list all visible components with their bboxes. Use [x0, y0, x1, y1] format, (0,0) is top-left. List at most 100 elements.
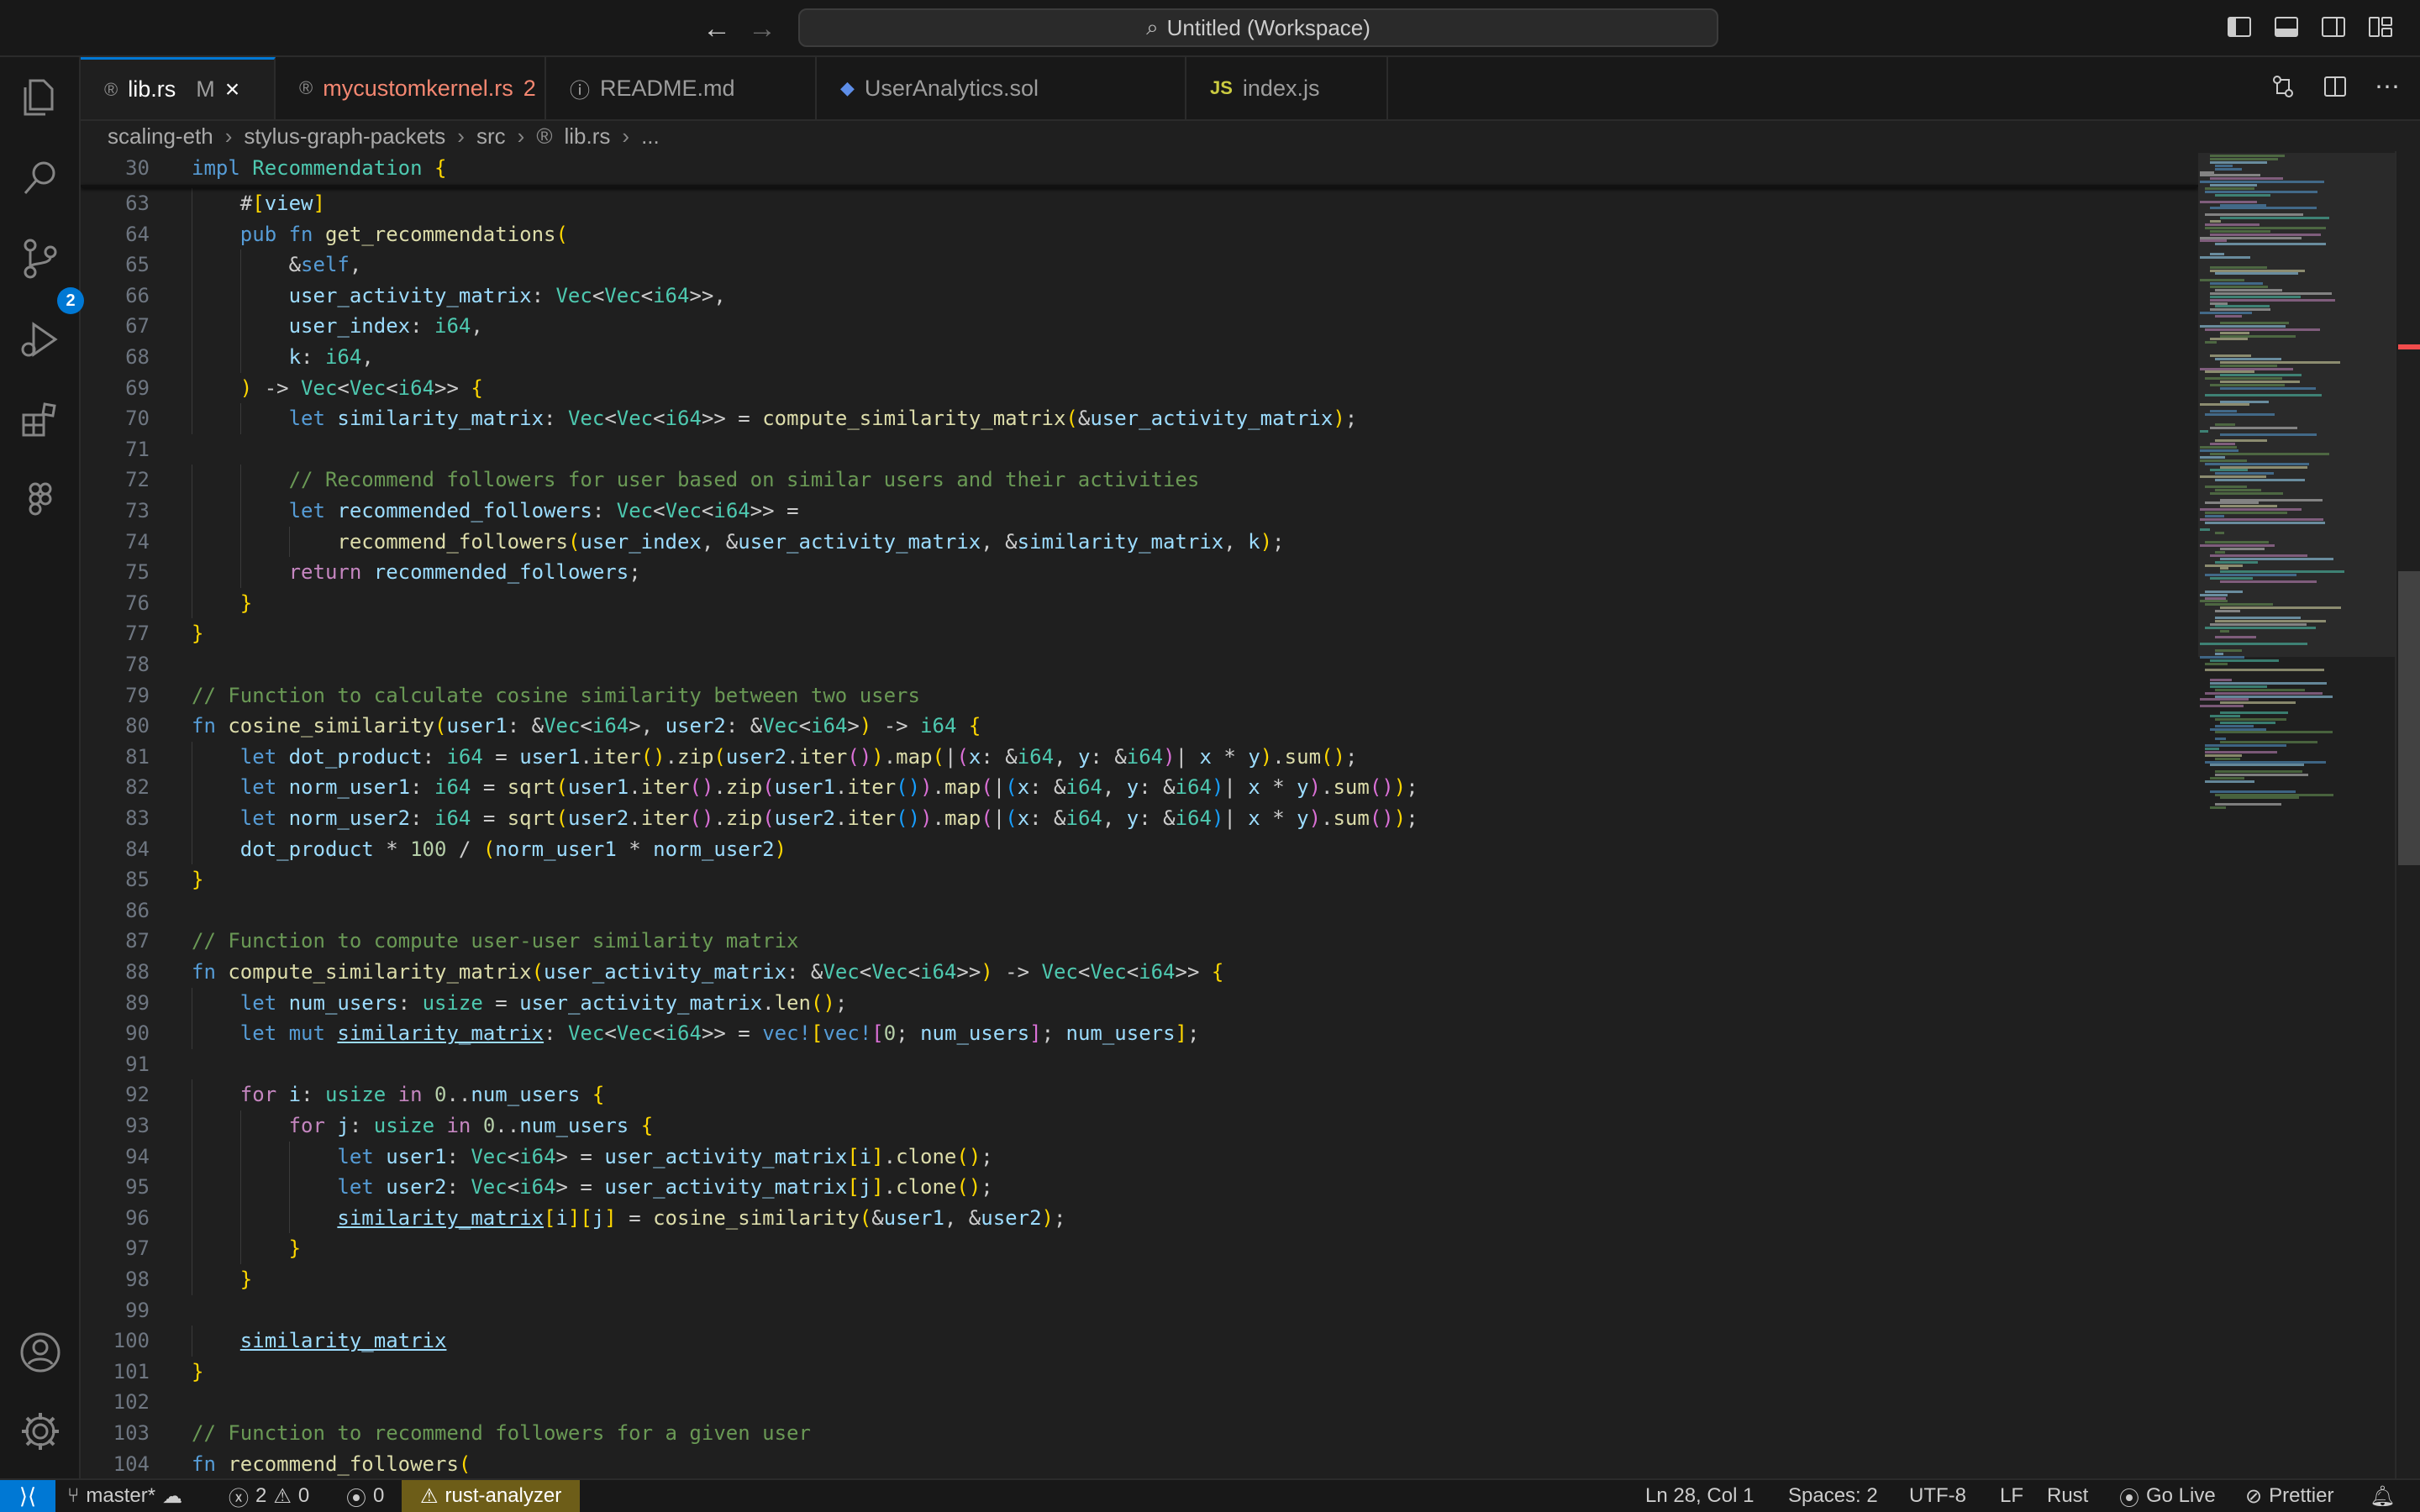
more-actions-icon[interactable]: ⋯: [2373, 72, 2402, 101]
code-line[interactable]: 64 pub fn get_recommendations(: [81, 219, 2198, 249]
code-line[interactable]: 77}: [81, 618, 2198, 648]
extensions-icon[interactable]: [18, 398, 62, 442]
code-line[interactable]: 66 user_activity_matrix: Vec<Vec<i64>>,: [81, 281, 2198, 311]
branch-status[interactable]: ⑂ master* ☁: [67, 1480, 182, 1512]
language-mode[interactable]: Rust: [2047, 1480, 2088, 1512]
tab-useranalytics-sol[interactable]: ◆ UserAnalytics.sol: [817, 57, 1186, 119]
line-number: 68: [125, 345, 150, 369]
vertical-scrollbar[interactable]: [2395, 151, 2420, 1478]
line-text: recommend_followers(user_index, &user_ac…: [337, 529, 1285, 554]
code-line[interactable]: 99: [81, 1295, 2198, 1326]
tab-mycustomkernel-rs[interactable]: ® mycustomkernel.rs 2: [276, 57, 546, 119]
code-line[interactable]: 74 recommend_followers(user_index, &user…: [81, 527, 2198, 557]
code-editor[interactable]: 63 #[view] 64 pub fn get_recommendations(…: [81, 151, 2198, 1478]
open-changes-icon[interactable]: [2269, 72, 2297, 101]
code-line[interactable]: 89 let num_users: usize = user_activity_…: [81, 988, 2198, 1018]
code-line[interactable]: 30 impl Recommendation {: [81, 153, 2198, 183]
scrollbar-thumb[interactable]: [2398, 571, 2420, 865]
breadcrumb-item[interactable]: src: [476, 123, 506, 150]
code-line[interactable]: 101}: [81, 1357, 2198, 1387]
toggle-panel-icon[interactable]: [2272, 13, 2301, 40]
run-and-debug-icon[interactable]: [18, 318, 62, 361]
back-arrow-icon[interactable]: ←: [702, 12, 731, 45]
code-line[interactable]: 88 fn compute_similarity_matrix(user_acti…: [81, 957, 2198, 987]
code-line[interactable]: 100 similarity_matrix: [81, 1326, 2198, 1356]
code-line[interactable]: 65 &self,: [81, 249, 2198, 280]
minimap-line: [2210, 491, 2283, 495]
accounts-icon[interactable]: [18, 1331, 62, 1374]
minimap-line: [2205, 521, 2325, 524]
ports-status[interactable]: ⦿ 0: [346, 1480, 384, 1512]
code-line[interactable]: 96 similarity_matrix[i][j] = cosine_simi…: [81, 1203, 2198, 1233]
toggle-primary-sidebar-icon[interactable]: [2225, 13, 2254, 40]
code-line[interactable]: 80 fn cosine_similarity(user1: &Vec<i64>,…: [81, 711, 2198, 741]
rust-analyzer-status[interactable]: ⚠ rust-analyzer: [402, 1480, 581, 1512]
code-line[interactable]: 67 user_index: i64,: [81, 311, 2198, 341]
customize-layout-icon[interactable]: [2366, 13, 2395, 40]
problems-status[interactable]: ⓧ 2 ⚠ 0: [229, 1480, 309, 1512]
minimap-line: [2200, 544, 2275, 548]
minimap-line: [2210, 269, 2306, 272]
breadcrumb-item[interactable]: ...: [641, 123, 660, 150]
tab-lib-rs[interactable]: ® lib.rs M ×: [81, 57, 276, 119]
forward-arrow-icon[interactable]: →: [748, 12, 776, 45]
breadcrumb-item[interactable]: stylus-graph-packets: [244, 123, 445, 150]
code-line[interactable]: 79 // Function to calculate cosine simila…: [81, 680, 2198, 711]
tab-index-js[interactable]: JS index.js: [1186, 57, 1388, 119]
command-center-search[interactable]: ⌕ Untitled (Workspace): [798, 8, 1718, 47]
code-line[interactable]: 102: [81, 1387, 2198, 1417]
line-number: 76: [125, 591, 150, 615]
code-line[interactable]: 82 let norm_user1: i64 = sqrt(user1.iter…: [81, 772, 2198, 802]
code-line[interactable]: 86: [81, 895, 2198, 926]
code-line[interactable]: 84 dot_product * 100 / (norm_user1 * nor…: [81, 834, 2198, 864]
breadcrumb-item[interactable]: scaling-eth: [108, 123, 213, 150]
code-line[interactable]: 94 let user1: Vec<i64> = user_activity_m…: [81, 1142, 2198, 1172]
code-line[interactable]: 78: [81, 649, 2198, 680]
prettier-status[interactable]: ⊘ Prettier: [2245, 1480, 2333, 1512]
code-line[interactable]: 83 let norm_user2: i64 = sqrt(user2.iter…: [81, 803, 2198, 833]
code-line[interactable]: 72 // Recommend followers for user based…: [81, 465, 2198, 495]
code-line[interactable]: 98 }: [81, 1264, 2198, 1294]
code-line[interactable]: 81 let dot_product: i64 = user1.iter().z…: [81, 742, 2198, 772]
code-line[interactable]: 90 let mut similarity_matrix: Vec<Vec<i6…: [81, 1018, 2198, 1048]
minimap-line: [2200, 459, 2247, 462]
code-line[interactable]: 104 fn recommend_followers(: [81, 1449, 2198, 1478]
code-line[interactable]: 76 }: [81, 588, 2198, 618]
breadcrumb-item[interactable]: lib.rs: [564, 123, 610, 150]
code-line[interactable]: 91: [81, 1049, 2198, 1079]
code-line[interactable]: 75 return recommended_followers;: [81, 557, 2198, 587]
close-icon[interactable]: ×: [225, 76, 240, 104]
explorer-icon[interactable]: [18, 76, 62, 119]
code-line[interactable]: 68 k: i64,: [81, 342, 2198, 372]
code-line[interactable]: 70 let similarity_matrix: Vec<Vec<i64>> …: [81, 403, 2198, 433]
code-line[interactable]: 73 let recommended_followers: Vec<Vec<i6…: [81, 496, 2198, 526]
figma-icon[interactable]: [18, 479, 62, 522]
encoding-status[interactable]: UTF-8: [1909, 1480, 1966, 1512]
split-editor-icon[interactable]: [2321, 72, 2349, 101]
cursor-position[interactable]: Ln 28, Col 1: [1645, 1480, 1754, 1512]
code-line[interactable]: 63 #[view]: [81, 188, 2198, 218]
toggle-secondary-sidebar-icon[interactable]: [2319, 13, 2348, 40]
manage-gear-icon[interactable]: [18, 1410, 62, 1453]
search-icon[interactable]: [18, 156, 62, 200]
tab-readme-md[interactable]: ⓘ README.md: [546, 57, 817, 119]
line-number: 69: [125, 375, 150, 400]
indent-guide: [288, 1172, 290, 1203]
code-line[interactable]: 93 for j: usize in 0..num_users {: [81, 1110, 2198, 1141]
code-line[interactable]: 97 }: [81, 1233, 2198, 1263]
notifications-bell-icon[interactable]: 🔔︎: [2370, 1480, 2395, 1512]
minimap[interactable]: [2198, 151, 2395, 1478]
code-line[interactable]: 95 let user2: Vec<i64> = user_activity_m…: [81, 1172, 2198, 1202]
source-control-icon[interactable]: 2: [18, 237, 84, 314]
code-line[interactable]: 103 // Function to recommend followers fo…: [81, 1418, 2198, 1448]
code-line[interactable]: 92 for i: usize in 0..num_users {: [81, 1079, 2198, 1110]
go-live-button[interactable]: ⦿ Go Live: [2119, 1480, 2216, 1512]
code-line[interactable]: 87 // Function to compute user-user simil…: [81, 926, 2198, 956]
code-line[interactable]: 85}: [81, 864, 2198, 895]
remote-indicator-icon[interactable]: ⟩⟨: [0, 1480, 55, 1512]
minimap-line: [2220, 567, 2229, 570]
indentation-status[interactable]: Spaces: 2: [1788, 1480, 1878, 1512]
code-line[interactable]: 69 ) -> Vec<Vec<i64>> {: [81, 373, 2198, 403]
eol-status[interactable]: LF: [2000, 1480, 2023, 1512]
code-line[interactable]: 71: [81, 434, 2198, 465]
